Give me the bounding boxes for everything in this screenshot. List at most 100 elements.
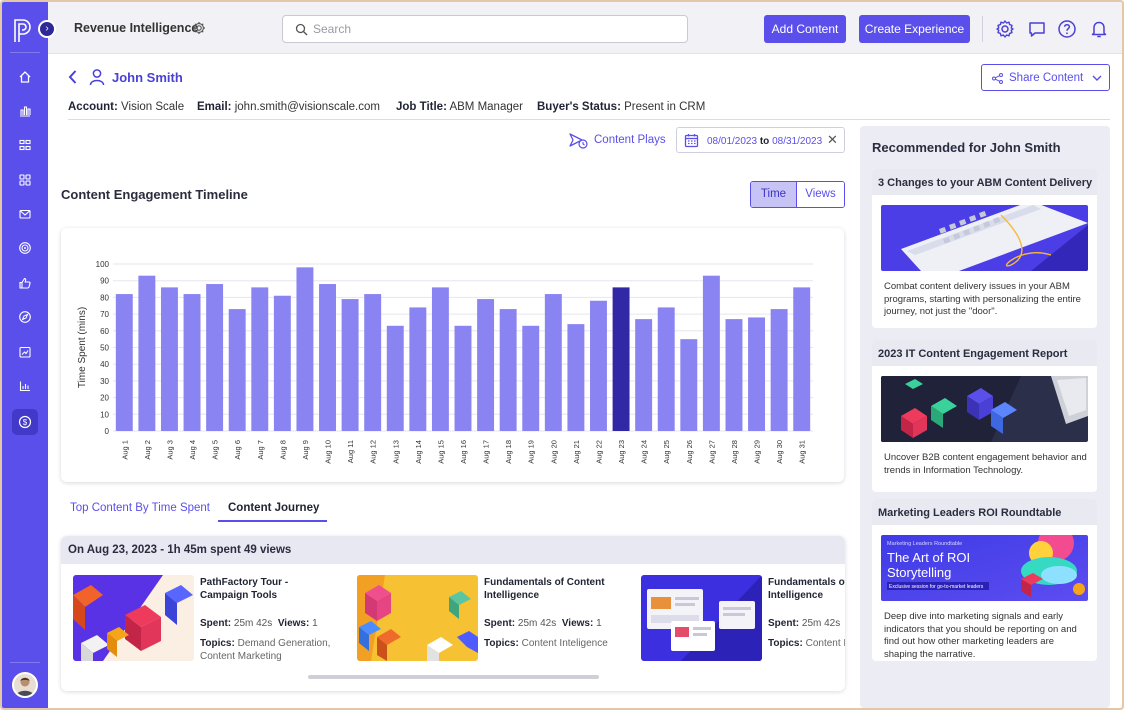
chart-bar[interactable] [793, 287, 811, 431]
reports-icon[interactable] [14, 341, 36, 363]
topics-value: Content Inteligence [521, 638, 608, 649]
x-tick-label: Aug 6 [233, 440, 242, 460]
chart-bar[interactable] [477, 299, 495, 431]
x-tick-label: Aug 8 [278, 440, 287, 460]
chart-bar[interactable] [702, 275, 720, 431]
share-content-button[interactable]: Share Content [981, 64, 1110, 91]
chart-bar[interactable] [319, 284, 336, 431]
y-tick-label: 10 [100, 410, 109, 419]
chart-bar[interactable] [748, 317, 766, 431]
chart-bar[interactable] [612, 287, 630, 431]
chart-bar[interactable] [341, 299, 359, 431]
calendar-icon [684, 134, 699, 148]
journey-item[interactable]: PathFactory Tour - Campaign Tools Spent:… [73, 575, 343, 663]
chat-icon[interactable] [1026, 18, 1048, 40]
chart-bar[interactable] [206, 284, 224, 431]
chart-bar[interactable] [138, 275, 156, 431]
topics-label: Topics: [200, 638, 235, 649]
revenue-icon[interactable]: $ [12, 409, 38, 435]
journey-item[interactable]: Fundamentals of Content Intelligence Spe… [641, 575, 845, 663]
account-info: Account: Vision Scale [68, 101, 184, 113]
chart-bar[interactable] [273, 295, 291, 431]
content-journey-panel: On Aug 23, 2023 - 1h 45m spent 49 views [61, 536, 845, 691]
chart-bar[interactable] [680, 339, 698, 431]
chart-bar[interactable] [364, 294, 382, 431]
promo-kicker: Marketing Leaders Roundtable [887, 541, 962, 547]
user-avatar[interactable] [12, 672, 38, 698]
chart-bar[interactable] [183, 294, 201, 431]
top-bar: Revenue Intelligence Add Content Create … [48, 2, 1122, 54]
promo-tagline: Exclusive session for go-to-market leade… [889, 584, 984, 590]
chart-bar[interactable] [251, 287, 269, 431]
chart-bar[interactable] [454, 325, 472, 431]
back-chevron-icon[interactable] [68, 69, 78, 85]
toggle-views-button[interactable]: Views [797, 182, 844, 207]
search-input[interactable] [313, 19, 673, 39]
tab-top-content[interactable]: Top Content By Time Spent [70, 502, 210, 522]
chart-bar[interactable] [160, 287, 178, 431]
toggle-time-button[interactable]: Time [751, 182, 797, 207]
settings-gear-icon[interactable] [994, 18, 1016, 40]
chart-bar[interactable] [228, 309, 246, 431]
chart-bar[interactable] [431, 287, 449, 431]
recommendation-card[interactable]: Marketing Leaders ROI Roundtable Marketi… [872, 499, 1097, 661]
analytics-icon[interactable] [14, 100, 36, 122]
chart-bar[interactable] [567, 324, 585, 431]
recommendation-card[interactable]: 3 Changes to your ABM Content Delivery C… [872, 169, 1097, 328]
recommendation-title: 3 Changes to your ABM Content Delivery [878, 177, 1093, 189]
clear-date-icon[interactable]: ✕ [827, 132, 838, 148]
help-icon[interactable] [1056, 18, 1078, 40]
x-tick-label: Aug 14 [414, 440, 423, 464]
horizontal-scrollbar[interactable] [308, 675, 599, 679]
tab-content-journey[interactable]: Content Journey [228, 502, 319, 522]
chart-bar[interactable] [115, 294, 133, 431]
journey-heading-bar: On Aug 23, 2023 - 1h 45m spent 49 views [61, 536, 845, 564]
views-value: 1 [312, 618, 318, 629]
chart-bar[interactable] [725, 319, 743, 431]
content-library-icon[interactable] [14, 134, 36, 156]
y-tick-label: 50 [100, 344, 109, 353]
target-icon[interactable] [14, 237, 36, 259]
chart-bar[interactable] [499, 309, 517, 431]
home-icon[interactable] [14, 66, 36, 88]
recommendation-image: Marketing Leaders Roundtable The Art of … [881, 535, 1088, 601]
chart-bar[interactable] [409, 307, 427, 431]
x-tick-label: Aug 1 [120, 440, 129, 460]
chart-bar[interactable] [635, 319, 653, 431]
x-tick-label: Aug 3 [165, 440, 174, 460]
thumbs-up-icon[interactable] [14, 272, 36, 294]
spent-value: 25m 42s [517, 618, 557, 629]
chart-bar[interactable] [544, 294, 562, 431]
bar-chart-icon[interactable] [14, 375, 36, 397]
chart-bar[interactable] [386, 325, 404, 431]
x-tick-label: Aug 10 [324, 440, 333, 464]
x-tick-label: Aug 11 [346, 440, 355, 463]
explore-icon[interactable] [14, 306, 36, 328]
chart-bar[interactable] [770, 309, 788, 431]
search-box[interactable] [282, 15, 688, 43]
topics-label: Topics: [768, 638, 803, 649]
chart-bar[interactable] [657, 307, 675, 431]
date-from: 08/01/2023 [707, 136, 758, 147]
pathfactory-logo-icon[interactable] [11, 16, 33, 44]
recommendation-title: 2023 IT Content Engagement Report [878, 348, 1068, 360]
x-tick-label: Aug 16 [459, 440, 468, 464]
x-tick-label: Aug 29 [753, 440, 762, 464]
create-experience-button[interactable]: Create Experience [859, 15, 970, 43]
views-value: 1 [596, 618, 602, 629]
metric-toggle: Time Views [750, 181, 845, 208]
add-content-button[interactable]: Add Content [764, 15, 846, 43]
chart-bar[interactable] [522, 325, 540, 431]
notification-bell-icon[interactable] [1088, 18, 1110, 40]
apps-icon[interactable] [14, 169, 36, 191]
journey-item[interactable]: Fundamentals of Content Intelligence Spe… [357, 575, 627, 663]
date-range-picker[interactable]: 08/01/2023 to 08/31/2023 ✕ [676, 127, 845, 153]
recommendation-card[interactable]: 2023 IT Content Engagement Report Uncove… [872, 340, 1097, 492]
app-settings-icon[interactable] [192, 21, 206, 35]
content-thumbnail-image [641, 575, 762, 661]
chart-bar[interactable] [296, 267, 314, 431]
sidebar-expand-button[interactable]: › [38, 20, 56, 38]
chart-bar[interactable] [590, 300, 607, 431]
mail-icon[interactable] [14, 203, 36, 225]
spent-value: 25m 42s [801, 618, 841, 629]
